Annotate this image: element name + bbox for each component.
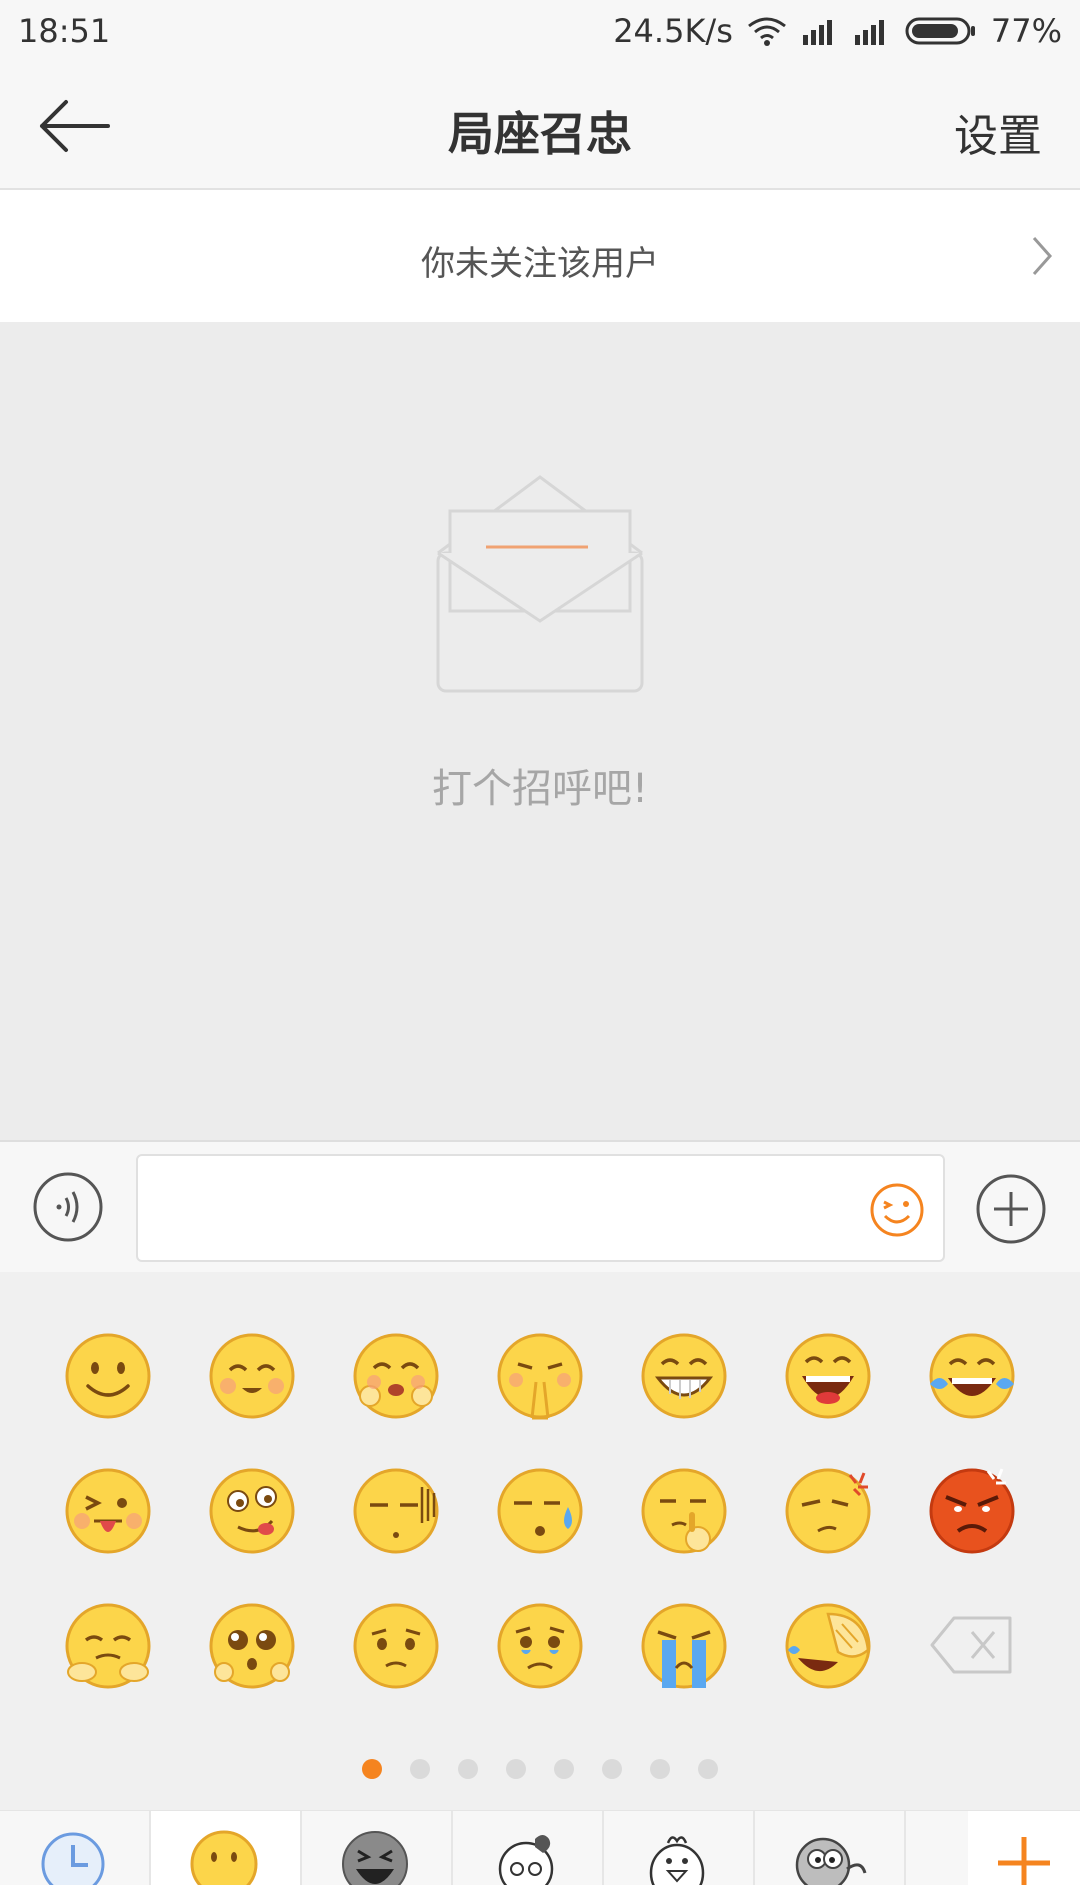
emoji-sad-icon[interactable] xyxy=(352,1602,440,1690)
default-smiley-icon xyxy=(190,1830,258,1885)
page-dot[interactable] xyxy=(506,1759,526,1779)
tab-chicken-sticker[interactable] xyxy=(604,1811,755,1885)
emoji-toggle-icon[interactable] xyxy=(869,1182,925,1238)
emoji-angry-icon[interactable] xyxy=(928,1467,1016,1555)
signal-icon-2 xyxy=(853,17,891,45)
emoji-smile-icon[interactable] xyxy=(64,1332,152,1420)
add-sticker-button[interactable] xyxy=(968,1811,1080,1885)
tab-recent[interactable] xyxy=(0,1811,151,1885)
emoji-hug-happy-icon[interactable] xyxy=(352,1332,440,1420)
chat-area: 打个招呼吧! xyxy=(0,322,1080,1140)
page-indicator xyxy=(0,1759,1080,1779)
emoji-sweat-icon[interactable] xyxy=(496,1467,584,1555)
follow-banner[interactable]: 你未关注该用户 xyxy=(0,192,1080,322)
tab-cartoon-sticker[interactable] xyxy=(453,1811,604,1885)
page-dot[interactable] xyxy=(554,1759,574,1779)
page-title: 局座召忠 xyxy=(448,107,632,161)
bird-sticker-icon xyxy=(795,1837,867,1885)
emoji-blush-smile-icon[interactable] xyxy=(208,1332,296,1420)
emoji-pitiful-icon[interactable] xyxy=(208,1602,296,1690)
emoji-crying-icon[interactable] xyxy=(640,1602,728,1690)
recent-clock-icon xyxy=(41,1832,105,1885)
page-dot[interactable] xyxy=(458,1759,478,1779)
emoji-laugh-icon[interactable] xyxy=(784,1332,872,1420)
emoji-tears-of-joy-icon[interactable] xyxy=(928,1332,1016,1420)
network-speed: 24.5K/s xyxy=(613,12,733,50)
envelope-icon xyxy=(436,475,644,693)
page-dot[interactable] xyxy=(410,1759,430,1779)
input-bar xyxy=(0,1140,1080,1272)
tab-bird-sticker[interactable] xyxy=(755,1811,906,1885)
nav-bar: 局座召忠 设置 xyxy=(0,62,1080,190)
emoji-facepalm-laugh-icon[interactable] xyxy=(784,1602,872,1690)
chicken-sticker-icon xyxy=(649,1836,705,1885)
emoji-panel xyxy=(0,1272,1080,1810)
cartoon-sticker-icon xyxy=(498,1835,554,1885)
delete-key-icon[interactable] xyxy=(928,1602,1016,1690)
grey-laugh-sticker-icon xyxy=(342,1831,408,1885)
page-dot[interactable] xyxy=(650,1759,670,1779)
emoji-grin-icon[interactable] xyxy=(640,1332,728,1420)
emoji-pick-nose-icon[interactable] xyxy=(640,1467,728,1555)
chevron-right-icon xyxy=(1032,237,1053,275)
settings-button[interactable]: 设置 xyxy=(954,100,1042,164)
status-bar: 18:51 24.5K/s 77% xyxy=(0,0,1080,62)
signal-icon xyxy=(801,17,839,45)
emoji-speechless-icon[interactable] xyxy=(352,1467,440,1555)
sticker-tab-bar xyxy=(0,1810,1080,1885)
tab-default-smiley[interactable] xyxy=(151,1811,302,1885)
voice-icon xyxy=(33,1172,103,1242)
plus-icon xyxy=(998,1837,1050,1885)
status-time: 18:51 xyxy=(18,12,111,50)
emoji-tongue-wink-icon[interactable] xyxy=(64,1467,152,1555)
emoji-annoyed-icon[interactable] xyxy=(784,1467,872,1555)
plus-icon xyxy=(976,1174,1046,1244)
more-button[interactable] xyxy=(976,1174,1046,1244)
empty-state-text: 打个招呼吧! xyxy=(431,766,649,812)
emoji-drool-icon[interactable] xyxy=(208,1467,296,1555)
battery-icon xyxy=(905,16,977,46)
page-dot-active[interactable] xyxy=(362,1759,382,1779)
page-dot[interactable] xyxy=(698,1759,718,1779)
page-dot[interactable] xyxy=(602,1759,622,1779)
emoji-pray-icon[interactable] xyxy=(496,1332,584,1420)
voice-button[interactable] xyxy=(33,1172,103,1242)
battery-percent: 77% xyxy=(990,12,1062,50)
message-input[interactable] xyxy=(136,1154,945,1262)
follow-status-text: 你未关注该用户 xyxy=(421,244,659,284)
status-icons: 24.5K/s 77% xyxy=(613,12,1062,50)
emoji-shy-hands-icon[interactable] xyxy=(64,1602,152,1690)
wifi-icon xyxy=(747,16,787,46)
tab-grey-laugh-sticker[interactable] xyxy=(302,1811,453,1885)
emoji-teary-icon[interactable] xyxy=(496,1602,584,1690)
